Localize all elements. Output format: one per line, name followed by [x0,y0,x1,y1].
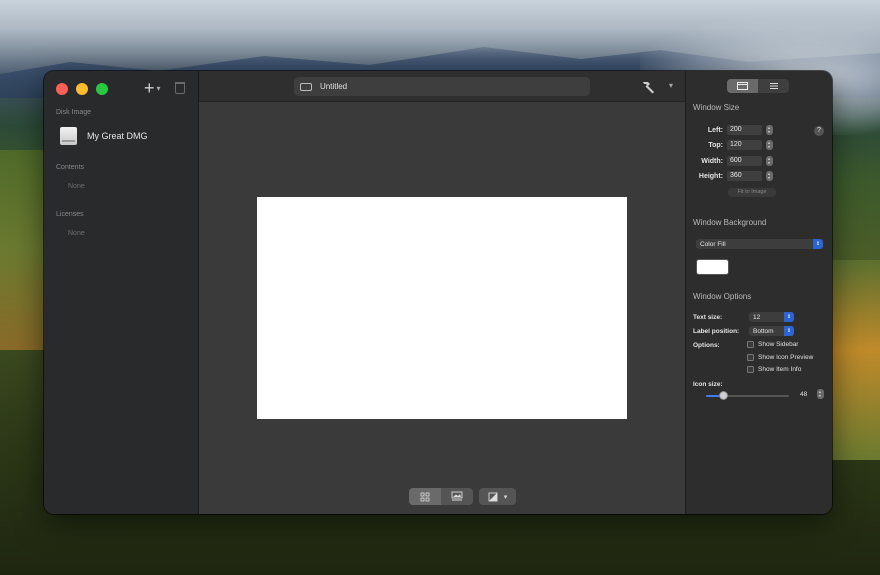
top-row: Top: 120 [686,140,773,150]
sidebar-item-disk-image[interactable]: My Great DMG [60,127,148,145]
left-stepper[interactable] [766,125,773,135]
sidebar: + ▾ Disk Image My Great DMG Contents Non… [44,71,199,514]
width-row: Width: 600 [686,156,773,166]
inspector-tabs [727,79,789,93]
text-size-label: Text size: [693,314,723,321]
plus-icon[interactable]: + [144,79,155,97]
tab-window[interactable] [727,79,758,93]
fit-to-image-button[interactable]: Fit to Image [728,188,776,197]
show-icon-preview-checkbox[interactable]: Show Icon Preview [747,354,813,361]
section-contents: Contents [56,164,85,171]
licenses-empty: None [68,230,85,237]
top-stepper[interactable] [766,140,773,150]
image-icon [451,491,463,501]
sidebar-toolbar: + ▾ [144,79,185,97]
icon-size-label: Icon size: [693,381,723,388]
text-size-value: 12 [753,313,761,321]
background-view-button[interactable] [441,488,473,505]
left-field[interactable]: 200 [727,125,762,135]
height-label: Height: [698,172,723,180]
icon-size-slider[interactable] [706,391,789,400]
disk-image-name: My Great DMG [87,131,148,141]
width-field[interactable]: 600 [727,156,762,166]
help-icon[interactable]: ? [814,126,824,136]
view-mode-segmented [409,488,473,505]
slider-knob[interactable] [719,391,728,400]
appearance-menu-button[interactable]: ▾ [479,488,516,505]
show-sidebar-label: Show Sidebar [758,341,799,348]
grid-view-button[interactable] [409,488,441,505]
window-size-heading: Window Size [693,103,740,112]
contents-empty: None [68,183,85,190]
height-field[interactable]: 360 [727,171,762,181]
chevron-down-icon: ▾ [503,493,508,501]
chevron-down-icon[interactable]: ▾ [157,84,161,93]
select-arrows-icon: ⇕ [784,326,794,336]
options-label: Options: [693,342,720,349]
window-controls [56,83,108,95]
background-type-select[interactable]: Color Fill ⇕ [696,239,823,249]
checkbox-box [747,366,754,373]
grid-icon [420,492,430,501]
close-button[interactable] [56,83,68,95]
chevron-down-icon[interactable]: ▾ [669,81,673,90]
select-arrows-icon: ⇕ [813,239,823,249]
window-preview-canvas[interactable] [257,197,627,419]
show-sidebar-checkbox[interactable]: Show Sidebar [747,341,798,348]
window-background-heading: Window Background [693,218,767,227]
window-icon [737,82,748,90]
disk-icon [60,127,77,145]
select-arrows-icon: ⇕ [784,312,794,322]
view-controls: ▾ [409,488,516,505]
document-title-field[interactable]: Untitled [294,77,590,96]
text-size-select[interactable]: 12 ⇕ [749,312,794,322]
sliders-icon [769,83,778,89]
document-title: Untitled [320,82,348,91]
show-item-info-checkbox[interactable]: Show Item Info [747,366,801,373]
left-row: Left: 200 [686,125,773,135]
inspector-panel: Window Size Left: 200 Top: 120 Width: 60… [685,71,832,514]
section-licenses: Licenses [56,211,84,218]
zoom-button[interactable] [96,83,108,95]
trash-icon[interactable] [174,82,185,94]
tab-settings[interactable] [758,79,789,93]
left-label: Left: [707,126,723,134]
window-options-heading: Window Options [693,292,752,301]
width-label: Width: [701,157,723,165]
checkbox-box [747,354,754,361]
checkbox-box [747,341,754,348]
icon-size-value: 48 [800,391,808,398]
icon-size-stepper[interactable] [817,389,824,399]
width-stepper[interactable] [766,156,773,166]
height-row: Height: 360 [686,171,773,181]
show-icon-preview-label: Show Icon Preview [758,354,814,361]
app-window: + ▾ Disk Image My Great DMG Contents Non… [44,71,832,514]
label-position-value: Bottom [753,327,774,335]
label-position-label: Label position: [693,328,740,335]
height-stepper[interactable] [766,171,773,181]
minimize-button[interactable] [76,83,88,95]
background-color-well[interactable] [696,259,729,275]
background-type-value: Color Fill [700,240,726,248]
drive-icon [300,82,312,91]
section-disk-image: Disk Image [56,109,92,116]
show-item-info-label: Show Item Info [758,366,802,373]
top-label: Top: [708,141,723,149]
appearance-icon [488,492,498,501]
hammer-icon[interactable] [640,79,656,95]
label-position-select[interactable]: Bottom ⇕ [749,326,794,336]
top-field[interactable]: 120 [727,140,762,150]
editor-area: Untitled ▾ ▾ [199,71,685,514]
toolbar: Untitled ▾ [199,71,685,102]
